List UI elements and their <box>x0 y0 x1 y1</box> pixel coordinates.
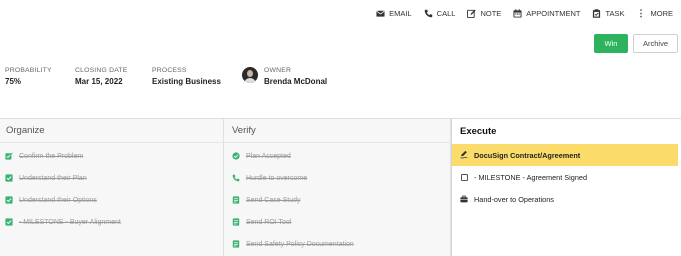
task-label: Send ROI Tool <box>246 218 292 226</box>
task-understand-options[interactable]: Understand their Options <box>5 193 97 207</box>
activity-toolbar: EMAIL CALL NOTE APPOINTMENT TASK ⋮ MORE <box>376 6 681 20</box>
email-action[interactable]: EMAIL <box>376 9 412 18</box>
task-label: - MILESTONE - Buyer Alignment <box>19 218 121 226</box>
task-confirm-problem[interactable]: Confirm the Problem <box>5 149 83 163</box>
check-square-icon <box>5 218 13 226</box>
probability-value: 75% <box>5 77 22 86</box>
calendar-icon <box>513 8 522 18</box>
appointment-label: APPOINTMENT <box>526 8 581 18</box>
deal-info: PROBABILITY 75% CLOSING DATE Mar 15, 202… <box>0 67 681 91</box>
checkbox-icon[interactable] <box>460 173 468 181</box>
process-value: Existing Business <box>152 77 221 86</box>
briefcase-icon <box>460 195 468 203</box>
edit-check-icon <box>5 152 13 160</box>
task-plan-accepted[interactable]: Plan Accepted <box>232 149 291 163</box>
owner-field: OWNER Brenda McDonal <box>264 67 327 86</box>
signature-icon <box>460 151 468 159</box>
phone-icon <box>232 174 240 182</box>
note-label: NOTE <box>480 8 502 18</box>
task-label: - MILESTONE - Agreement Signed <box>474 172 588 182</box>
task-label: DocuSign Contract/Agreement <box>474 150 581 160</box>
task-understand-plan[interactable]: Understand their Plan <box>5 171 87 185</box>
task-label: Hurdle to overcome <box>246 174 308 182</box>
stage-execute: Execute DocuSign Contract/Agreement - MI… <box>451 119 681 256</box>
phone-icon <box>424 9 432 17</box>
document-icon <box>232 196 240 204</box>
check-square-icon <box>5 196 13 204</box>
stage-verify: Verify Plan Accepted Hurdle to overcome … <box>224 119 451 256</box>
task-label: Send Safety Policy Documentation <box>246 240 354 248</box>
document-icon <box>232 218 240 226</box>
note-icon <box>467 9 477 18</box>
process-label: PROCESS <box>152 67 187 74</box>
task-send-case-study[interactable]: Send Case Study <box>232 193 300 207</box>
call-label: CALL <box>436 8 456 18</box>
more-vertical-icon: ⋮ <box>636 7 646 18</box>
check-square-icon <box>5 174 13 182</box>
stage-organize: Organize Confirm the Problem Understand … <box>0 119 224 256</box>
envelope-icon <box>376 10 385 17</box>
owner-label: OWNER <box>264 67 292 74</box>
stage-execute-title[interactable]: Execute <box>452 119 681 143</box>
closing-date-label: CLOSING DATE <box>75 67 128 74</box>
appointment-action[interactable]: APPOINTMENT <box>513 9 580 18</box>
task-label: TASK <box>605 8 625 18</box>
document-icon <box>232 240 240 248</box>
task-label: Confirm the Problem <box>19 152 84 160</box>
pipeline-stages: Organize Confirm the Problem Understand … <box>0 118 681 256</box>
stage-organize-title[interactable]: Organize <box>0 119 223 143</box>
more-action[interactable]: ⋮ MORE <box>636 7 674 18</box>
process-field: PROCESS Existing Business <box>152 67 221 86</box>
task-hand-over-operations[interactable]: Hand-over to Operations <box>460 192 554 206</box>
closing-date-field: CLOSING DATE Mar 15, 2022 <box>75 67 128 86</box>
owner-value: Brenda McDonal <box>264 77 328 86</box>
archive-button[interactable]: Archive <box>633 34 678 53</box>
task-label: Understand their Options <box>19 196 97 204</box>
closing-date-value: Mar 15, 2022 <box>75 77 123 86</box>
task-label: Understand their Plan <box>19 174 87 182</box>
stage-verify-title[interactable]: Verify <box>224 119 450 143</box>
task-label: Hand-over to Operations <box>474 194 554 204</box>
email-label: EMAIL <box>389 8 412 18</box>
clipboard-icon <box>593 8 601 18</box>
call-action[interactable]: CALL <box>424 8 456 18</box>
task-action[interactable]: TASK <box>592 8 625 18</box>
task-milestone-agreement-signed[interactable]: - MILESTONE - Agreement Signed <box>460 170 587 184</box>
more-label: MORE <box>650 8 674 18</box>
task-hurdle[interactable]: Hurdle to overcome <box>232 171 307 185</box>
probability-field: PROBABILITY 75% <box>5 67 52 86</box>
owner-avatar[interactable] <box>242 67 258 83</box>
task-label: Send Case Study <box>246 196 301 204</box>
check-circle-icon <box>232 152 240 160</box>
task-milestone-buyer-alignment[interactable]: - MILESTONE - Buyer Alignment <box>5 215 121 229</box>
task-send-safety-policy[interactable]: Send Safety Policy Documentation <box>232 237 354 251</box>
probability-label: PROBABILITY <box>5 67 52 74</box>
win-button[interactable]: Win <box>594 34 628 53</box>
task-label: Plan Accepted <box>246 152 291 160</box>
task-docusign-contract[interactable]: DocuSign Contract/Agreement <box>452 144 678 166</box>
task-send-roi-tool[interactable]: Send ROI Tool <box>232 215 291 229</box>
note-action[interactable]: NOTE <box>467 9 501 18</box>
